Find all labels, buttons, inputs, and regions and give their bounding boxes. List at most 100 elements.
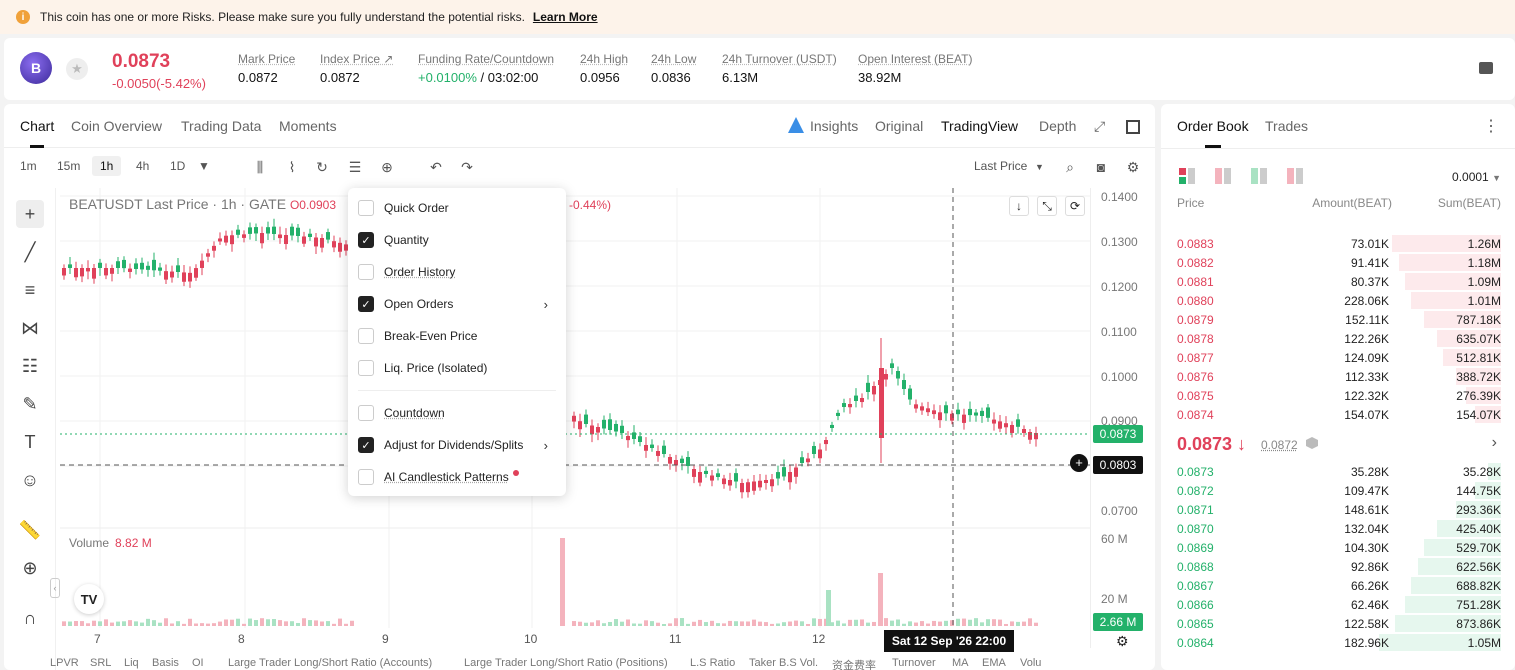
ask-row[interactable]: 0.0878 122.26K 635.07K: [1161, 329, 1515, 348]
indicator-item[interactable]: 资金费率: [832, 657, 876, 670]
tab-chart[interactable]: Chart: [20, 118, 54, 148]
timeframe-1h[interactable]: 1h: [92, 156, 122, 176]
checkbox[interactable]: ✓: [358, 232, 374, 248]
indicator-item[interactable]: Liq: [124, 657, 139, 669]
timeframe-15m[interactable]: 15m: [57, 159, 80, 173]
checkbox[interactable]: [358, 328, 374, 344]
menu-item-order-history[interactable]: Order History: [358, 260, 556, 284]
indicator-item[interactable]: Volu: [1020, 657, 1041, 669]
more-vertical-icon[interactable]: ⋮: [1483, 116, 1499, 136]
add-alert-icon[interactable]: +: [1070, 454, 1088, 472]
zoom-in-icon[interactable]: ⊕: [16, 554, 44, 582]
bid-row[interactable]: 0.0871 148.61K 293.36K: [1161, 500, 1515, 519]
search-icon[interactable]: ⌕: [1062, 160, 1078, 174]
replay-icon[interactable]: ↻: [314, 160, 330, 174]
redo-icon[interactable]: ↷: [459, 160, 475, 174]
both-sides-icon[interactable]: [1179, 168, 1197, 184]
bid-row[interactable]: 0.0870 132.04K 425.40K: [1161, 519, 1515, 538]
template-icon[interactable]: ☰: [347, 160, 363, 174]
magnet-icon[interactable]: ∩: [16, 604, 44, 632]
checkbox[interactable]: ✓: [358, 437, 374, 453]
menu-item-break-even[interactable]: Break-Even Price: [358, 324, 556, 348]
ruler-icon[interactable]: 📏: [16, 516, 44, 544]
menu-item-liq-price[interactable]: Liq. Price (Isolated): [358, 356, 556, 380]
checkbox[interactable]: [358, 405, 374, 421]
price-axis[interactable]: 0.1400 0.1300 0.1200 0.1100 0.1000 0.090…: [1090, 188, 1155, 648]
reset-view-icon[interactable]: ⟳: [1065, 196, 1085, 216]
learn-more-link[interactable]: Learn More: [533, 10, 598, 24]
bid-row[interactable]: 0.0873 35.28K 35.28K: [1161, 462, 1515, 481]
chart-settings-icon[interactable]: ⚙: [1116, 633, 1129, 650]
stat-label[interactable]: 24h Turnover (USDT): [722, 52, 837, 66]
tab-moments[interactable]: Moments: [279, 118, 337, 134]
window-icon[interactable]: [1126, 120, 1140, 134]
tab-depth[interactable]: Depth: [1039, 118, 1076, 134]
chevron-right-icon[interactable]: ›: [1492, 434, 1497, 452]
indicator-item[interactable]: LPVR: [50, 657, 79, 669]
gear-icon[interactable]: ⚙: [1125, 160, 1141, 174]
bid-row[interactable]: 0.0866 62.46K 751.28K: [1161, 595, 1515, 614]
tab-trading-data[interactable]: Trading Data: [181, 118, 261, 134]
menu-item-open-orders[interactable]: ✓ Open Orders ›: [358, 292, 556, 316]
precision-select[interactable]: 0.0001 ▼: [1452, 170, 1501, 184]
emoji-icon[interactable]: ☺: [16, 466, 44, 494]
ask-row[interactable]: 0.0881 80.37K 1.09M: [1161, 272, 1515, 291]
fib-icon[interactable]: ☷: [16, 352, 44, 380]
timeframe-1m[interactable]: 1m: [20, 159, 37, 173]
indicator-item[interactable]: Large Trader Long/Short Ratio (Accounts): [228, 657, 432, 669]
bid-row[interactable]: 0.0867 66.26K 688.82K: [1161, 576, 1515, 595]
bid-row[interactable]: 0.0864 182.96K 1.05M: [1161, 633, 1515, 652]
bid-row[interactable]: 0.0868 92.86K 622.56K: [1161, 557, 1515, 576]
ask-row[interactable]: 0.0876 112.33K 388.72K: [1161, 367, 1515, 386]
menu-item-adjust-dividends[interactable]: ✓ Adjust for Dividends/Splits ›: [358, 433, 556, 457]
menu-item-ai-patterns[interactable]: AI Candlestick Patterns: [358, 465, 556, 489]
horizontal-lines-icon[interactable]: ≡: [16, 276, 44, 304]
ask-row[interactable]: 0.0875 122.32K 276.39K: [1161, 386, 1515, 405]
indicator-item[interactable]: Basis: [152, 657, 179, 669]
collapse-icon[interactable]: ⤡: [1037, 196, 1057, 216]
indicator-item[interactable]: EMA: [982, 657, 1006, 669]
ask-row[interactable]: 0.0882 91.41K 1.18M: [1161, 253, 1515, 272]
checkbox[interactable]: [358, 469, 374, 485]
brush-icon[interactable]: ✎: [16, 390, 44, 418]
text-icon[interactable]: T: [16, 428, 44, 456]
menu-item-quick-order[interactable]: Quick Order: [358, 196, 556, 220]
tab-insights[interactable]: Insights: [810, 118, 858, 134]
book-icon[interactable]: [1479, 62, 1493, 74]
stat-label[interactable]: Funding Rate/Countdown: [418, 52, 554, 66]
camera-icon[interactable]: ◙: [1093, 160, 1109, 174]
checkbox[interactable]: [358, 264, 374, 280]
indicator-item[interactable]: Taker B.S Vol.: [749, 657, 818, 669]
bid-row[interactable]: 0.0869 104.30K 529.70K: [1161, 538, 1515, 557]
indicator-item[interactable]: Large Trader Long/Short Ratio (Positions…: [464, 657, 668, 669]
ask-row[interactable]: 0.0877 124.09K 512.81K: [1161, 348, 1515, 367]
checkbox[interactable]: [358, 360, 374, 376]
trades-mode-icon[interactable]: [1287, 168, 1305, 184]
stat-label[interactable]: Open Interest (BEAT): [858, 52, 973, 66]
bid-row[interactable]: 0.0865 122.58K 873.86K: [1161, 614, 1515, 633]
timeframe-chevron-down-icon[interactable]: ▼: [198, 159, 210, 173]
add-overlay-icon[interactable]: ⊕: [379, 160, 395, 174]
ask-row[interactable]: 0.0883 73.01K 1.26M: [1161, 234, 1515, 253]
stat-label[interactable]: Index Price ↗: [320, 52, 393, 66]
price-type-chevron-icon[interactable]: ▼: [1035, 162, 1044, 172]
indicator-item[interactable]: L.S Ratio: [690, 657, 735, 669]
undo-icon[interactable]: ↶: [428, 160, 444, 174]
tradingview-logo-icon[interactable]: TV: [74, 584, 104, 614]
indicator-item[interactable]: MA: [952, 657, 969, 669]
timeframe-1d[interactable]: 1D: [170, 159, 185, 173]
candlestick-plot[interactable]: [60, 188, 1090, 648]
ask-row[interactable]: 0.0874 154.07K 154.07K: [1161, 405, 1515, 424]
indicator-item[interactable]: SRL: [90, 657, 111, 669]
tab-trades[interactable]: Trades: [1265, 118, 1308, 134]
checkbox[interactable]: ✓: [358, 296, 374, 312]
timeframe-4h[interactable]: 4h: [136, 159, 149, 173]
ask-row[interactable]: 0.0880 228.06K 1.01M: [1161, 291, 1515, 310]
trend-line-icon[interactable]: ╱: [16, 238, 44, 266]
collapse-toolbar-icon[interactable]: ‹: [50, 578, 60, 598]
ask-row[interactable]: 0.0879 152.11K 787.18K: [1161, 310, 1515, 329]
stat-label[interactable]: Mark Price: [238, 52, 295, 66]
expand-icon[interactable]: ⤢: [1094, 118, 1105, 135]
indicator-item[interactable]: Turnover: [892, 657, 936, 669]
tab-coin-overview[interactable]: Coin Overview: [71, 118, 162, 134]
